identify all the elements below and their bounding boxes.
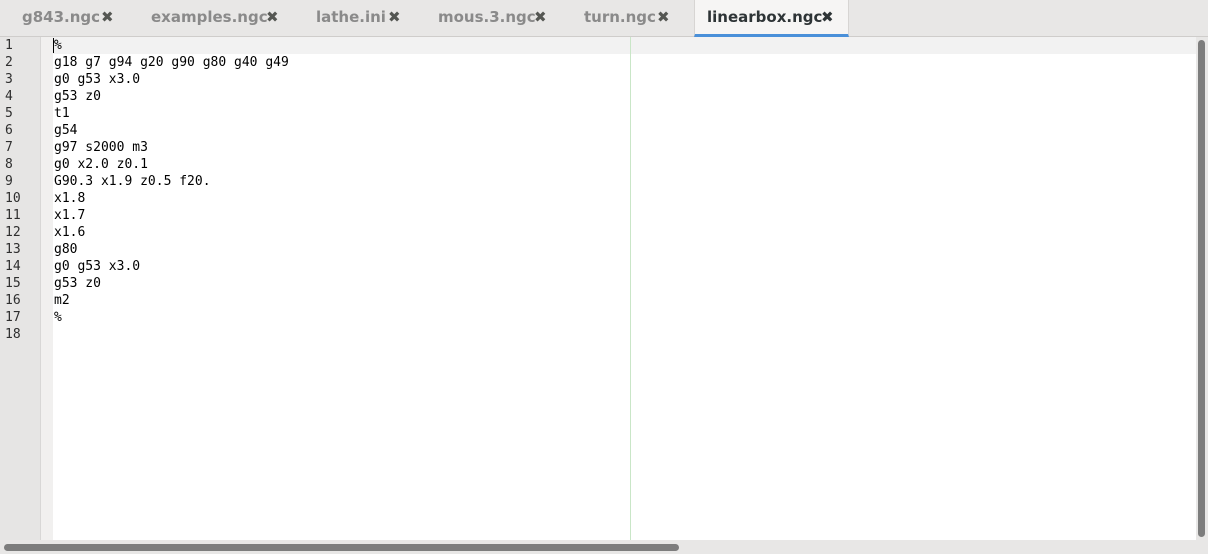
- code-line[interactable]: m2: [54, 292, 70, 309]
- line-number: 6: [5, 123, 13, 138]
- line-number: 10: [5, 191, 21, 206]
- line-number: 3: [5, 72, 13, 87]
- close-icon[interactable]: ✖: [266, 0, 279, 34]
- code-line[interactable]: g0 g53 x3.0: [54, 71, 140, 88]
- tab-label: examples.ngc: [151, 8, 268, 26]
- line-number-gutter: 1 2 3 4 5 6 7 8 9 10 11 12 13 14 15 16 1…: [0, 37, 41, 540]
- tab-lathe-ini[interactable]: lathe.ini ✖: [302, 0, 420, 37]
- code-line[interactable]: x1.8: [54, 190, 85, 207]
- close-icon[interactable]: ✖: [534, 0, 547, 34]
- code-line[interactable]: g54: [54, 122, 77, 139]
- line-number: 7: [5, 140, 13, 155]
- fold-margin: [41, 37, 53, 540]
- close-icon[interactable]: ✖: [388, 0, 401, 34]
- code-line[interactable]: %: [54, 37, 62, 54]
- tab-examples[interactable]: examples.ngc ✖: [137, 0, 295, 37]
- tab-label: g843.ngc: [22, 8, 101, 26]
- line-number: 14: [5, 259, 21, 274]
- tab-g843[interactable]: g843.ngc ✖: [8, 0, 128, 37]
- tab-turn[interactable]: turn.ngc ✖: [570, 0, 690, 37]
- code-line[interactable]: g0 x2.0 z0.1: [54, 156, 148, 173]
- close-icon[interactable]: ✖: [821, 0, 834, 34]
- code-line[interactable]: g97 s2000 m3: [54, 139, 148, 156]
- code-line[interactable]: G90.3 x1.9 z0.5 f20.: [54, 173, 211, 190]
- line-number: 15: [5, 276, 21, 291]
- code-line[interactable]: t1: [54, 105, 70, 122]
- line-number: 8: [5, 157, 13, 172]
- close-icon[interactable]: ✖: [101, 0, 114, 34]
- line-number: 2: [5, 55, 13, 70]
- vertical-scrollbar-thumb[interactable]: [1198, 40, 1205, 537]
- code-line[interactable]: g53 z0: [54, 88, 101, 105]
- line-number: 11: [5, 208, 21, 223]
- line-number: 18: [5, 327, 21, 342]
- line-number: 9: [5, 174, 13, 189]
- code-line[interactable]: g18 g7 g94 g20 g90 g80 g40 g49: [54, 54, 289, 71]
- code-line[interactable]: g0 g53 x3.0: [54, 258, 140, 275]
- line-number: 4: [5, 89, 13, 104]
- code-line[interactable]: g53 z0: [54, 275, 101, 292]
- tab-mous-3[interactable]: mous.3.ngc ✖: [424, 0, 564, 37]
- line-number: 5: [5, 106, 13, 121]
- line-number: 1: [5, 38, 13, 53]
- current-line-highlight: [53, 37, 1196, 54]
- close-icon[interactable]: ✖: [657, 0, 670, 34]
- code-line[interactable]: g80: [54, 241, 77, 258]
- horizontal-scrollbar[interactable]: [0, 540, 1208, 554]
- tab-label: linearbox.ngc: [707, 8, 823, 26]
- tab-label: mous.3.ngc: [438, 8, 536, 26]
- horizontal-scrollbar-thumb[interactable]: [4, 544, 679, 551]
- line-number: 17: [5, 310, 21, 325]
- line-number: 12: [5, 225, 21, 240]
- code-line[interactable]: x1.6: [54, 224, 85, 241]
- tab-linearbox[interactable]: linearbox.ngc ✖: [694, 0, 849, 37]
- code-editor[interactable]: % g18 g7 g94 g20 g90 g80 g40 g49 g0 g53 …: [53, 37, 1196, 540]
- line-number: 13: [5, 242, 21, 257]
- line-number: 16: [5, 293, 21, 308]
- tab-bar: g843.ngc ✖ examples.ngc ✖ lathe.ini ✖ mo…: [0, 0, 1208, 37]
- vertical-scrollbar[interactable]: [1196, 37, 1208, 540]
- tab-label: turn.ngc: [584, 8, 656, 26]
- tab-label: lathe.ini: [316, 8, 386, 26]
- right-margin-guide: [630, 37, 631, 540]
- code-line[interactable]: %: [54, 309, 62, 326]
- code-line[interactable]: x1.7: [54, 207, 85, 224]
